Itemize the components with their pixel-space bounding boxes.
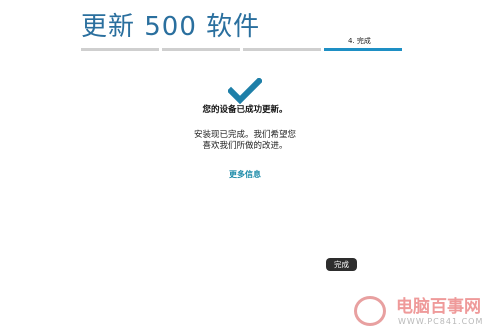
watermark-url: WWW.PC841.COM — [398, 317, 484, 326]
page-title: 更新 500 软件 — [81, 12, 261, 42]
current-step-label: 4. 完成 — [348, 37, 371, 45]
step-segment-active — [324, 48, 402, 51]
done-button[interactable]: 完成 — [326, 258, 357, 271]
completion-description: 安装现已完成。我们希望您喜欢我们所做的改进。 — [193, 130, 296, 151]
step-segment — [162, 48, 240, 51]
watermark: 电脑百事网 WWW.PC841.COM — [352, 290, 500, 335]
watermark-brand: 电脑百事网 — [396, 297, 481, 317]
step-segment — [81, 48, 159, 51]
watermark-logo-icon — [354, 296, 386, 326]
step-segment — [243, 48, 321, 51]
checkmark-icon — [228, 78, 262, 104]
more-info-link[interactable]: 更多信息 — [170, 169, 320, 180]
success-headline: 您的设备已成功更新。 — [202, 105, 288, 115]
